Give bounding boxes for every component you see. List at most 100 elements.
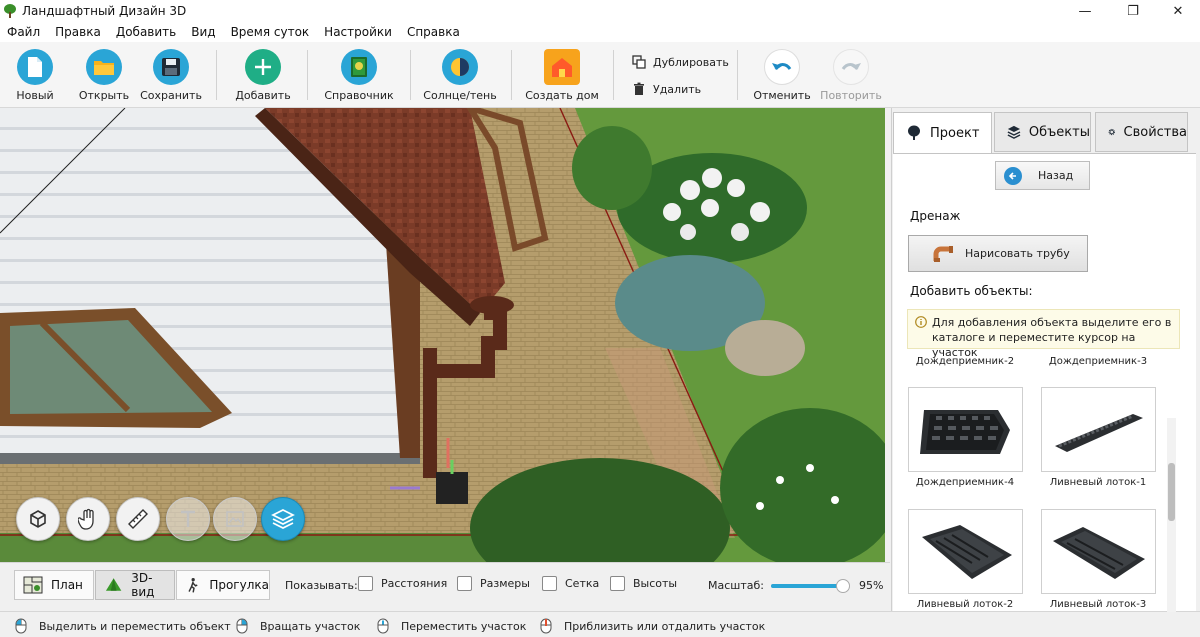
status-bar: Выделить и переместить объект Вращать уч… <box>0 611 1200 637</box>
minimize-button[interactable]: — <box>1062 0 1108 22</box>
zoom-slider-thumb[interactable] <box>835 579 850 593</box>
draw-pipe-button[interactable]: Нарисовать трубу <box>908 235 1088 272</box>
delete-label: Удалить <box>653 82 702 96</box>
show-distances-checkbox[interactable]: Расстояния <box>358 576 447 591</box>
plan-view-button[interactable]: План <box>14 570 94 600</box>
toolbar-divider <box>307 50 308 100</box>
redo-button[interactable]: Повторить <box>820 42 882 108</box>
new-label: Новый <box>16 89 54 102</box>
back-button[interactable]: Назад <box>995 161 1090 190</box>
layers-icon <box>271 509 295 529</box>
tab-objects[interactable]: Объекты <box>994 112 1091 152</box>
pan-hand-icon <box>78 508 94 530</box>
zoom-slider[interactable] <box>771 579 850 593</box>
new-file-icon <box>17 49 53 85</box>
layers-button[interactable] <box>261 497 305 541</box>
plan-view-label: План <box>51 578 83 592</box>
hint-select-move: Выделить и переместить объект <box>15 618 231 634</box>
image-tool-button[interactable] <box>213 497 257 541</box>
info-icon <box>915 316 927 328</box>
catalog-item-storm-channel-1[interactable] <box>1041 387 1156 472</box>
catalog-item-rain-inlet-4[interactable] <box>908 387 1023 472</box>
menu-add[interactable]: Добавить <box>116 25 176 39</box>
catalog-item-label: Ливневый лоток-1 <box>1049 477 1147 488</box>
plan-view-icon <box>23 576 43 594</box>
show-sizes-label: Размеры <box>480 577 530 590</box>
menu-edit[interactable]: Правка <box>55 25 101 39</box>
create-house-button[interactable]: Создать дом <box>525 42 599 108</box>
tab-project[interactable]: Проект <box>893 112 992 154</box>
catalog-scrollbar[interactable] <box>1167 418 1176 612</box>
garden-3d-scene <box>0 108 885 562</box>
toolbar-divider <box>410 50 411 100</box>
show-grid-label: Сетка <box>565 577 600 590</box>
mouse-middle-icon <box>377 618 389 634</box>
undo-button[interactable]: Отменить <box>753 42 811 108</box>
info-notice-text: Для добавления объекта выделите его в ка… <box>932 316 1172 359</box>
back-button-label: Назад <box>1038 169 1074 182</box>
mouse-wheel-icon <box>540 618 552 634</box>
tab-properties[interactable]: Свойства <box>1095 112 1188 152</box>
toolbar-divider <box>613 50 614 100</box>
app-window: Ландшафтный Дизайн 3D — ❐ ✕ Файл Правка … <box>0 0 1200 637</box>
info-notice: Для добавления объекта выделите его в ка… <box>907 309 1180 359</box>
gear-icon <box>1108 128 1115 136</box>
3d-view-icon <box>105 578 122 591</box>
rotate-view-button[interactable] <box>16 497 60 541</box>
pan-hand-button[interactable] <box>66 497 110 541</box>
show-heights-checkbox[interactable]: Высоты <box>610 576 677 591</box>
save-disk-icon <box>153 49 189 85</box>
channel-thumbnail <box>921 524 1012 579</box>
text-icon <box>181 510 195 527</box>
duplicate-icon <box>632 55 646 69</box>
sun-shadow-button[interactable]: Солнце/тень <box>423 42 497 108</box>
checkbox-box <box>610 576 625 591</box>
catalog-item-label: Ливневый лоток-2 <box>916 599 1014 610</box>
pipe-icon <box>933 245 953 262</box>
reference-label: Справочник <box>324 89 394 102</box>
zoom-slider-fill <box>771 584 843 588</box>
menu-view[interactable]: Вид <box>191 25 215 39</box>
checkbox-box <box>542 576 557 591</box>
duplicate-button[interactable]: Дублировать <box>632 55 729 69</box>
catalog-item-storm-channel-3[interactable] <box>1041 509 1156 594</box>
main-toolbar: Новый Открыть Сохранить Добавить Справоч… <box>0 42 1200 108</box>
new-button[interactable]: Новый <box>14 42 56 108</box>
menu-file[interactable]: Файл <box>7 25 40 39</box>
trash-icon <box>634 82 644 95</box>
menu-time-of-day[interactable]: Время суток <box>231 25 310 39</box>
catalog-label: Дождеприемник-3 <box>1048 356 1148 367</box>
open-button[interactable]: Открыть <box>79 42 129 108</box>
tree-icon <box>908 125 920 140</box>
show-sizes-checkbox[interactable]: Размеры <box>457 576 530 591</box>
open-folder-icon <box>86 49 122 85</box>
hint-zoom: Приблизить или отдалить участок <box>540 618 765 634</box>
tab-project-label: Проект <box>930 125 980 141</box>
catalog-item-label: Дождеприемник-4 <box>915 477 1015 488</box>
menu-help[interactable]: Справка <box>407 25 460 39</box>
title-bar: Ландшафтный Дизайн 3D — ❐ ✕ <box>0 0 1200 22</box>
right-panel: Проект Объекты Свойства Назад Дренаж Нар… <box>891 108 1200 612</box>
show-grid-checkbox[interactable]: Сетка <box>542 576 599 591</box>
close-button[interactable]: ✕ <box>1155 0 1200 22</box>
create-house-label: Создать дом <box>525 89 599 102</box>
scrollbar-thumb[interactable] <box>1168 463 1175 521</box>
walk-view-button[interactable]: Прогулка <box>176 570 270 600</box>
text-tool-button[interactable] <box>166 497 210 541</box>
save-button[interactable]: Сохранить <box>140 42 202 108</box>
ruler-button[interactable] <box>116 497 160 541</box>
3d-view-button[interactable]: 3D-вид <box>95 570 175 600</box>
catalog-item-storm-channel-2[interactable] <box>908 509 1023 594</box>
3d-view-label: 3D-вид <box>131 571 155 599</box>
channel-thumbnail <box>1054 413 1143 452</box>
draw-pipe-label: Нарисовать трубу <box>965 247 1070 260</box>
3d-viewport[interactable] <box>0 108 885 562</box>
maximize-button[interactable]: ❐ <box>1110 0 1156 22</box>
reference-button[interactable]: Справочник <box>324 42 394 108</box>
delete-button[interactable]: Удалить <box>632 82 701 96</box>
walk-view-label: Прогулка <box>209 578 269 592</box>
hint-select-move-label: Выделить и переместить объект <box>39 619 231 633</box>
save-label: Сохранить <box>140 89 202 102</box>
menu-settings[interactable]: Настройки <box>324 25 392 39</box>
add-button[interactable]: Добавить <box>235 42 291 108</box>
